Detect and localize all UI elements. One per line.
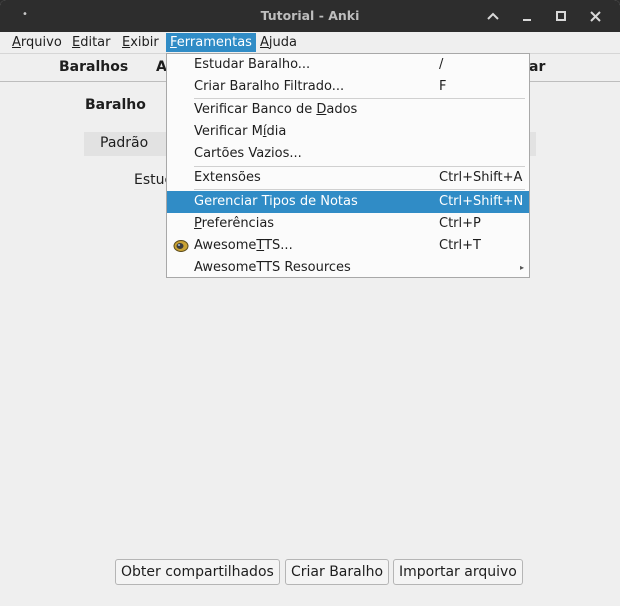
menu-mnemonic: A xyxy=(260,35,269,50)
title-bar: • Tutorial - Anki xyxy=(0,0,620,32)
tools-dropdown-menu: Estudar Baralho... / Criar Baralho Filtr… xyxy=(166,53,530,278)
menu-item-study-deck[interactable]: Estudar Baralho... / xyxy=(167,54,529,76)
menu-separator xyxy=(194,189,525,190)
menu-bar: Arquivo Editar Exibir Ferramentas Ajuda xyxy=(0,32,620,54)
label-part: TS... xyxy=(264,238,293,253)
menu-item-label: Verificar Mídia xyxy=(194,121,286,143)
anki-main-window: • Tutorial - Anki Arquivo Editar Exibir … xyxy=(0,0,620,606)
menu-item-shortcut: Ctrl+P xyxy=(439,216,481,231)
create-deck-button[interactable]: Criar Baralho xyxy=(285,559,390,585)
menu-item-shortcut: F xyxy=(439,79,447,94)
toolbar-browse-link[interactable]: ar xyxy=(529,59,545,75)
menu-item-label: Estudar Baralho... xyxy=(194,57,311,72)
label-part: Verificar M xyxy=(194,124,263,139)
menu-item-label: AwesomeTTS... xyxy=(194,235,293,257)
menu-item-label: Preferências xyxy=(194,213,274,235)
close-button[interactable] xyxy=(584,6,606,26)
menu-label: rquivo xyxy=(20,35,62,50)
label-part: Verificar Banco de xyxy=(194,102,317,117)
menu-item-awesometts-resources[interactable]: AwesomeTTS Resources ▸ xyxy=(167,257,529,279)
menu-item-shortcut: Ctrl+T xyxy=(439,238,481,253)
menu-item-shortcut: Ctrl+Shift+A xyxy=(439,170,523,185)
menu-label: erramentas xyxy=(176,35,252,50)
menu-arquivo[interactable]: Arquivo xyxy=(8,33,66,52)
get-shared-button[interactable]: Obter compartilhados xyxy=(115,559,280,585)
label-part: referências xyxy=(201,216,275,231)
import-file-button[interactable]: Importar arquivo xyxy=(393,559,523,585)
menu-item-manage-note-types[interactable]: Gerenciar Tipos de Notas Ctrl+Shift+N xyxy=(167,191,529,213)
menu-mnemonic: E xyxy=(122,35,131,50)
menu-item-addons[interactable]: Extensões Ctrl+Shift+A xyxy=(167,167,529,189)
menu-ajuda[interactable]: Ajuda xyxy=(256,33,301,52)
menu-item-preferences[interactable]: Preferências Ctrl+P xyxy=(167,213,529,235)
square-icon xyxy=(556,11,566,21)
menu-item-shortcut: / xyxy=(439,57,444,72)
menu-item-label: Extensões xyxy=(194,170,261,185)
menu-label: ditar xyxy=(80,35,111,50)
restore-button[interactable] xyxy=(550,6,572,26)
menu-item-label: AwesomeTTS Resources xyxy=(194,260,351,275)
label-part: Awesome xyxy=(194,238,257,253)
menu-item-label: Verificar Banco de Dados xyxy=(194,99,357,121)
label-mnemonic: P xyxy=(194,216,202,231)
menu-item-label: Gerenciar Tipos de Notas xyxy=(194,194,358,209)
deck-column-header: Baralho xyxy=(85,97,146,113)
menu-exibir[interactable]: Exibir xyxy=(118,33,163,52)
menu-mnemonic: A xyxy=(12,35,21,50)
menu-item-label: Criar Baralho Filtrado... xyxy=(194,79,345,94)
label-part: dia xyxy=(266,124,287,139)
close-icon xyxy=(589,10,601,22)
menu-item-check-media[interactable]: Verificar Mídia xyxy=(167,121,529,143)
menu-item-awesometts[interactable]: AwesomeTTS... Ctrl+T xyxy=(167,235,529,257)
label-part: ados xyxy=(326,102,358,117)
submenu-arrow-icon: ▸ xyxy=(519,263,524,272)
maximize-chevron-button[interactable] xyxy=(482,6,504,26)
toolbar-decks-link[interactable]: Baralhos xyxy=(59,59,128,75)
chevron-up-icon xyxy=(487,12,499,20)
menu-item-label: Cartões Vazios... xyxy=(194,146,302,161)
menu-editar[interactable]: Editar xyxy=(68,33,115,52)
label-mnemonic: D xyxy=(316,102,327,117)
menu-label: xibir xyxy=(130,35,159,50)
menu-ferramentas[interactable]: Ferramentas xyxy=(166,33,256,52)
menu-label: juda xyxy=(268,35,297,50)
minimize-icon xyxy=(523,19,531,21)
deck-name-link[interactable]: Padrão xyxy=(100,135,148,151)
menu-item-shortcut: Ctrl+Shift+N xyxy=(439,194,524,209)
speaker-icon xyxy=(173,240,189,252)
minimize-button[interactable] xyxy=(516,6,538,26)
label-mnemonic: T xyxy=(256,238,265,253)
menu-mnemonic: E xyxy=(72,35,81,50)
menu-mnemonic: F xyxy=(170,35,177,50)
menu-item-create-filtered-deck[interactable]: Criar Baralho Filtrado... F xyxy=(167,76,529,98)
menu-item-check-database[interactable]: Verificar Banco de Dados xyxy=(167,99,529,121)
menu-item-empty-cards[interactable]: Cartões Vazios... xyxy=(167,143,529,165)
